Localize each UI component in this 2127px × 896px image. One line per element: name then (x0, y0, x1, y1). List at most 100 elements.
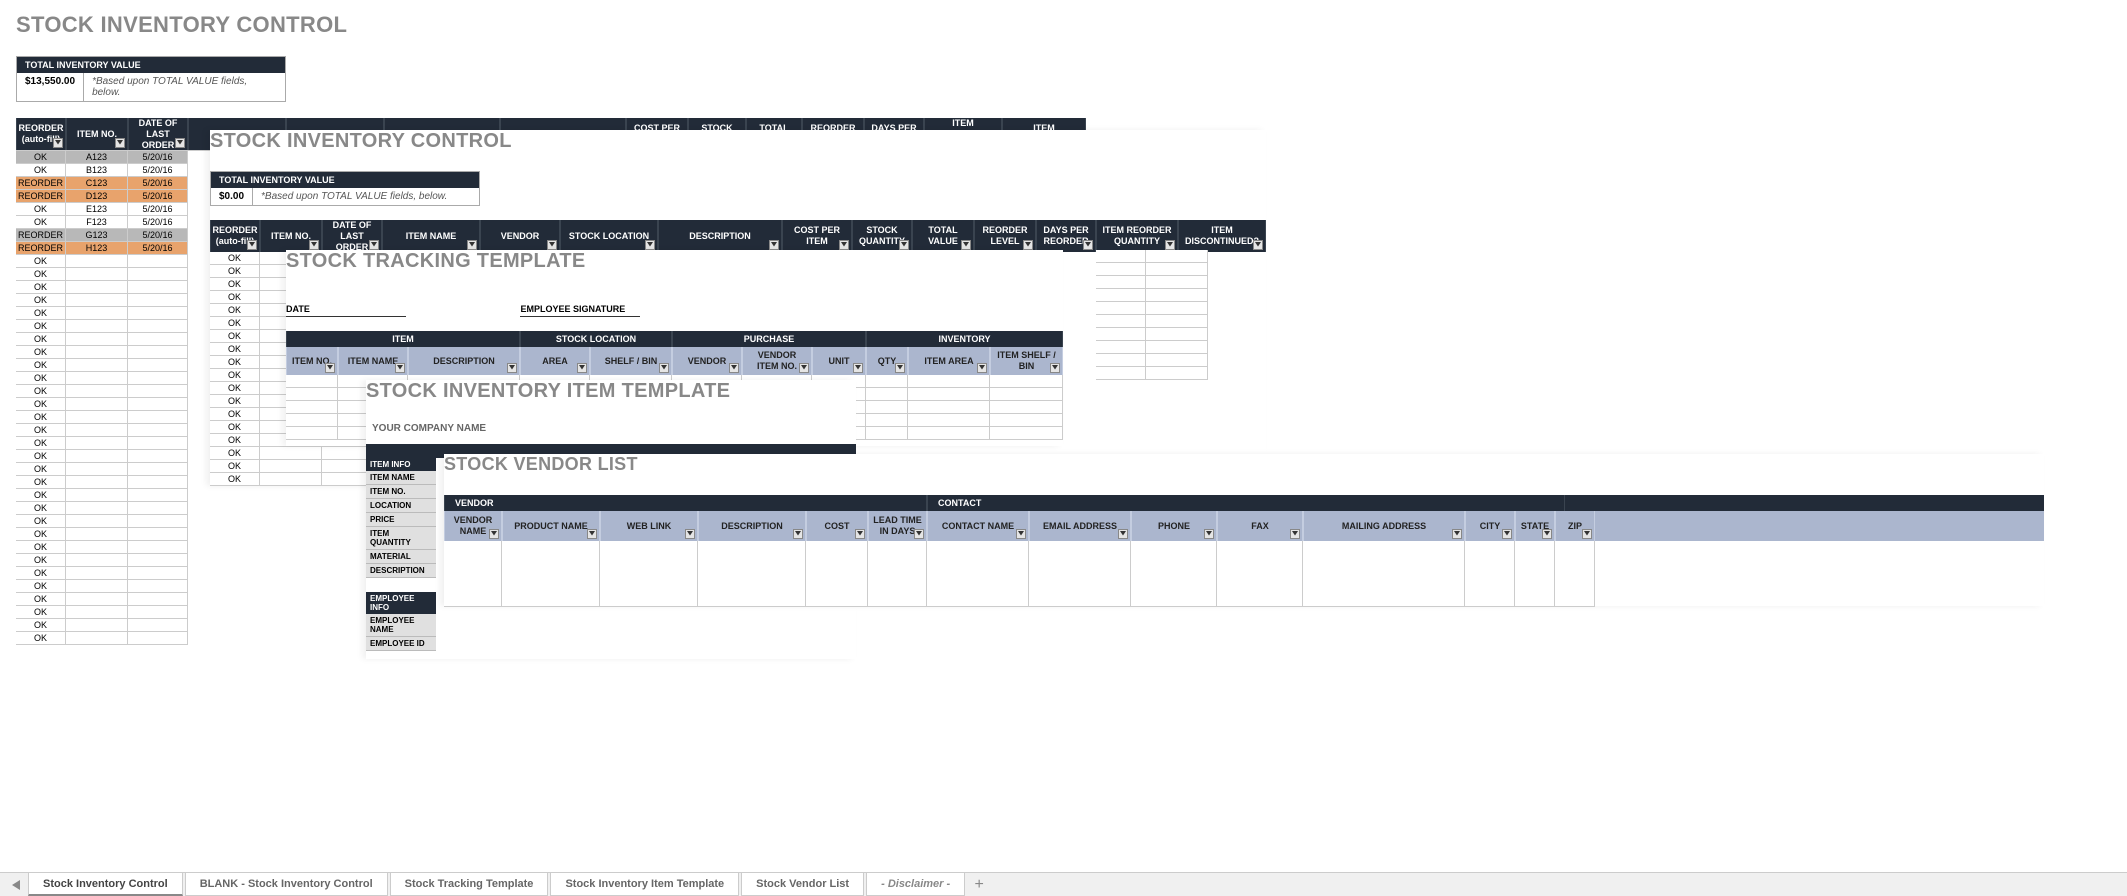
cell[interactable] (600, 567, 698, 581)
info-row[interactable]: LOCATION (366, 499, 436, 513)
cell[interactable] (1303, 580, 1465, 594)
cell[interactable] (927, 593, 1029, 607)
info-row[interactable]: EMPLOYEE ID (366, 637, 436, 651)
table-row[interactable] (1096, 289, 1208, 302)
col-header[interactable]: ITEM NO. (260, 220, 322, 252)
cell[interactable] (1515, 593, 1555, 607)
cell[interactable] (908, 388, 990, 401)
cell[interactable] (1555, 541, 1595, 555)
cell[interactable] (806, 567, 868, 581)
signature-field[interactable]: EMPLOYEE SIGNATURE (520, 304, 640, 317)
cell[interactable] (806, 541, 868, 555)
cell[interactable] (1217, 567, 1303, 581)
col-header[interactable]: REORDER (auto-fill) (16, 118, 66, 150)
filter-icon[interactable] (793, 529, 803, 539)
cell[interactable] (444, 567, 502, 581)
cell[interactable] (1515, 567, 1555, 581)
filter-icon[interactable] (853, 363, 863, 373)
tab-nav-prev[interactable] (6, 873, 28, 896)
col-header[interactable]: CITY (1465, 511, 1515, 541)
cell[interactable] (1515, 580, 1555, 594)
cell[interactable] (1515, 554, 1555, 568)
cell[interactable] (698, 580, 806, 594)
table-row[interactable] (1096, 367, 1208, 380)
filter-icon[interactable] (685, 529, 695, 539)
cell[interactable] (868, 593, 927, 607)
cell[interactable] (1131, 567, 1217, 581)
cell[interactable] (868, 554, 927, 568)
info-row[interactable]: PRICE (366, 513, 436, 527)
cell[interactable] (1217, 580, 1303, 594)
cell[interactable] (908, 427, 990, 440)
col-header[interactable]: WEB LINK (600, 511, 698, 541)
col-header[interactable]: STOCK LOCATION (560, 220, 658, 252)
info-row[interactable]: DESCRIPTION (366, 564, 436, 578)
filter-icon[interactable] (467, 240, 477, 250)
col-header[interactable]: ZIP (1555, 511, 1595, 541)
filter-icon[interactable] (1502, 529, 1512, 539)
filter-icon[interactable] (577, 363, 587, 373)
filter-icon[interactable] (1204, 529, 1214, 539)
col-header[interactable]: DATE OF LAST ORDER (322, 220, 382, 252)
col-header[interactable]: TOTAL VALUE (912, 220, 974, 252)
info-row[interactable]: MATERIAL (366, 550, 436, 564)
cell[interactable] (1029, 567, 1131, 581)
cell[interactable] (600, 593, 698, 607)
filter-icon[interactable] (395, 363, 405, 373)
filter-icon[interactable] (489, 529, 499, 539)
table-row[interactable] (444, 567, 2044, 580)
cell[interactable] (444, 580, 502, 594)
col-header[interactable]: ITEM NAME (338, 347, 408, 375)
cell[interactable] (1029, 593, 1131, 607)
filter-icon[interactable] (729, 363, 739, 373)
cell[interactable] (908, 375, 990, 388)
cell[interactable] (1555, 554, 1595, 568)
filter-icon[interactable] (369, 240, 379, 250)
filter-icon[interactable] (325, 363, 335, 373)
cell[interactable] (1303, 541, 1465, 555)
filter-icon[interactable] (247, 240, 257, 250)
cell[interactable] (502, 580, 600, 594)
col-header[interactable]: MAILING ADDRESS (1303, 511, 1465, 541)
col-header[interactable]: DESCRIPTION (408, 347, 520, 375)
cell[interactable] (1217, 593, 1303, 607)
cell[interactable] (600, 580, 698, 594)
filter-icon[interactable] (587, 529, 597, 539)
cell[interactable] (1555, 567, 1595, 581)
cell[interactable] (698, 593, 806, 607)
filter-icon[interactable] (899, 240, 909, 250)
filter-icon[interactable] (175, 138, 185, 148)
col-header[interactable]: UNIT (812, 347, 866, 375)
col-header[interactable]: DAYS PER REORDER (1036, 220, 1096, 252)
cell[interactable] (990, 375, 1063, 388)
filter-icon[interactable] (1582, 529, 1592, 539)
cell[interactable] (698, 567, 806, 581)
col-header[interactable]: DATE OF LAST ORDER (128, 118, 188, 150)
filter-icon[interactable] (1050, 363, 1060, 373)
filter-icon[interactable] (507, 363, 517, 373)
sheet-tab[interactable]: BLANK - Stock Inventory Control (185, 873, 388, 896)
cell[interactable] (1131, 554, 1217, 568)
col-header[interactable]: ITEM DISCONTINUED? (1178, 220, 1266, 252)
table-row[interactable] (1096, 250, 1208, 263)
filter-icon[interactable] (1290, 529, 1300, 539)
filter-icon[interactable] (799, 363, 809, 373)
col-header[interactable]: REORDER LEVEL (974, 220, 1036, 252)
table-row[interactable] (444, 554, 2044, 567)
cell[interactable] (990, 401, 1063, 414)
cell[interactable] (908, 401, 990, 414)
cell[interactable] (1465, 554, 1515, 568)
col-header[interactable]: ITEM NO. (66, 118, 128, 150)
cell[interactable] (927, 567, 1029, 581)
filter-icon[interactable] (1016, 529, 1026, 539)
table-row[interactable] (444, 541, 2044, 554)
cell[interactable] (927, 541, 1029, 555)
col-header[interactable]: STATE (1515, 511, 1555, 541)
table-row[interactable] (1096, 354, 1208, 367)
cell[interactable] (1303, 554, 1465, 568)
col-header[interactable]: ITEM REORDER QUANTITY (1096, 220, 1178, 252)
cell[interactable] (600, 554, 698, 568)
filter-icon[interactable] (855, 529, 865, 539)
cell[interactable] (868, 541, 927, 555)
cell[interactable] (444, 541, 502, 555)
